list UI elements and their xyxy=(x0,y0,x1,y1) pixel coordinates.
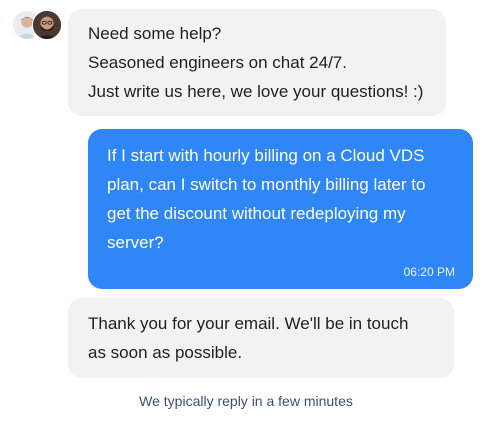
message-line: get the discount without redeploying my xyxy=(107,204,406,223)
agent-auto-reply-message: Thank you for your email. We'll be in to… xyxy=(68,298,454,378)
message-line: as soon as possible. xyxy=(88,343,243,362)
agent-greeting-message: Need some help? Seasoned engineers on ch… xyxy=(68,9,446,116)
agent-avatars xyxy=(12,10,66,42)
user-message: If I start with hourly billing on a Clou… xyxy=(88,129,473,289)
message-line: Need some help? xyxy=(88,24,222,43)
agent-photo-2-icon xyxy=(33,11,61,39)
reply-time-note: We typically reply in a few minutes xyxy=(139,393,353,409)
message-line: server? xyxy=(107,233,164,252)
message-line: If I start with hourly billing on a Clou… xyxy=(107,146,425,165)
message-timestamp: 06:20 PM xyxy=(403,265,455,279)
message-line: plan, can I switch to monthly billing la… xyxy=(107,175,426,194)
message-line: Thank you for your email. We'll be in to… xyxy=(88,314,409,333)
avatar xyxy=(32,10,62,40)
message-line: Seasoned engineers on chat 24/7. xyxy=(88,53,347,72)
message-line: Just write us here, we love your questio… xyxy=(88,82,424,101)
